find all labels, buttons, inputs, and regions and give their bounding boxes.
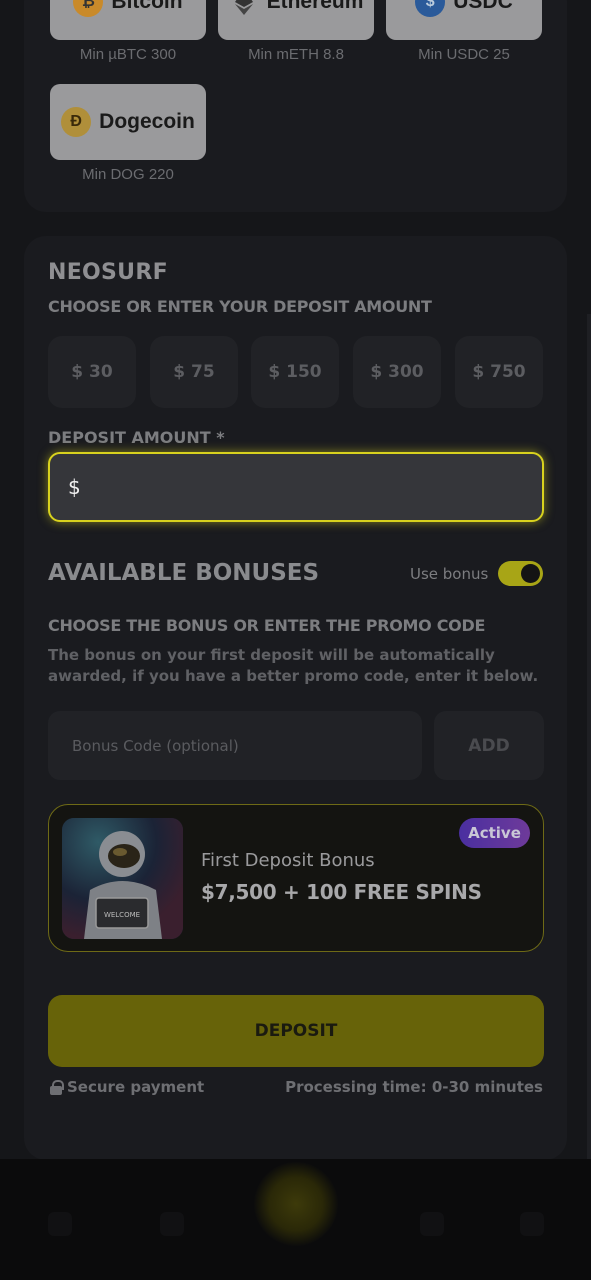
coin-name: Ethereum bbox=[266, 0, 364, 13]
use-bonus-label: Use bonus bbox=[410, 565, 489, 583]
deposit-amount-label: DEPOSIT AMOUNT * bbox=[48, 428, 225, 447]
ethereum-icon bbox=[229, 0, 259, 17]
nav-item-1[interactable] bbox=[48, 1212, 72, 1236]
amount-option-150[interactable]: $ 150 bbox=[251, 336, 339, 408]
payment-method-title: NEOSURF bbox=[48, 260, 168, 285]
image-sign-text: WELCOME bbox=[104, 911, 140, 919]
secure-payment: Secure payment bbox=[50, 1078, 204, 1096]
usdc-icon: $ bbox=[415, 0, 446, 17]
coin-tile-usdc[interactable]: $ USDC bbox=[386, 0, 542, 40]
secure-payment-label: Secure payment bbox=[67, 1078, 205, 1096]
coin-name: Bitcoin bbox=[111, 0, 183, 13]
amount-option-300[interactable]: $ 300 bbox=[353, 336, 441, 408]
processing-time: Processing time: 0-30 minutes bbox=[285, 1078, 543, 1096]
nav-item-5[interactable] bbox=[520, 1212, 544, 1236]
coin-name: Dogecoin bbox=[99, 110, 195, 133]
choose-bonus-heading: CHOOSE THE BONUS OR ENTER THE PROMO CODE bbox=[48, 616, 486, 635]
lock-icon bbox=[50, 1080, 64, 1095]
bonus-description: The bonus on your first deposit will be … bbox=[48, 646, 539, 685]
coin-tile-dogecoin[interactable]: Ð Dogecoin bbox=[50, 84, 206, 160]
coin-min-usdc: Min USDC 25 bbox=[418, 46, 510, 63]
bonus-name: First Deposit Bonus bbox=[201, 850, 375, 871]
amount-option-30[interactable]: $ 30 bbox=[48, 336, 136, 408]
coin-tile-ethereum[interactable]: Ethereum bbox=[218, 0, 374, 40]
bonus-code-input[interactable]: Bonus Code (optional) bbox=[48, 711, 422, 780]
toggle-knob bbox=[521, 564, 540, 583]
use-bonus-toggle[interactable] bbox=[498, 561, 543, 586]
amount-option-750[interactable]: $ 750 bbox=[455, 336, 543, 408]
nav-center-button[interactable] bbox=[254, 1162, 338, 1246]
coin-min-dogecoin: Min DOG 220 bbox=[82, 166, 174, 183]
active-badge: Active bbox=[459, 818, 530, 848]
deposit-button[interactable]: DEPOSIT bbox=[48, 995, 544, 1067]
coin-name: USDC bbox=[453, 0, 513, 13]
bitcoin-icon: ₿ bbox=[73, 0, 104, 17]
available-bonuses-title: AVAILABLE BONUSES bbox=[48, 560, 320, 586]
currency-prefix: $ bbox=[68, 475, 81, 499]
choose-amount-heading: CHOOSE OR ENTER YOUR DEPOSIT AMOUNT bbox=[48, 297, 432, 316]
nav-item-4[interactable] bbox=[420, 1212, 444, 1236]
bonus-astronaut-image: WELCOME bbox=[62, 818, 183, 939]
scrollbar[interactable] bbox=[587, 314, 591, 1159]
add-code-button[interactable]: ADD bbox=[434, 711, 544, 780]
coin-tile-bitcoin[interactable]: ₿ Bitcoin bbox=[50, 0, 206, 40]
deposit-amount-input[interactable]: $ bbox=[48, 452, 544, 522]
bonus-amount: $7,500 + 100 FREE SPINS bbox=[201, 880, 482, 904]
coin-min-bitcoin: Min µBTC 300 bbox=[79, 46, 177, 63]
coin-min-ethereum: Min mETH 8.8 bbox=[248, 46, 344, 63]
dogecoin-icon: Ð bbox=[61, 107, 92, 137]
amount-option-75[interactable]: $ 75 bbox=[150, 336, 238, 408]
nav-item-2[interactable] bbox=[160, 1212, 184, 1236]
